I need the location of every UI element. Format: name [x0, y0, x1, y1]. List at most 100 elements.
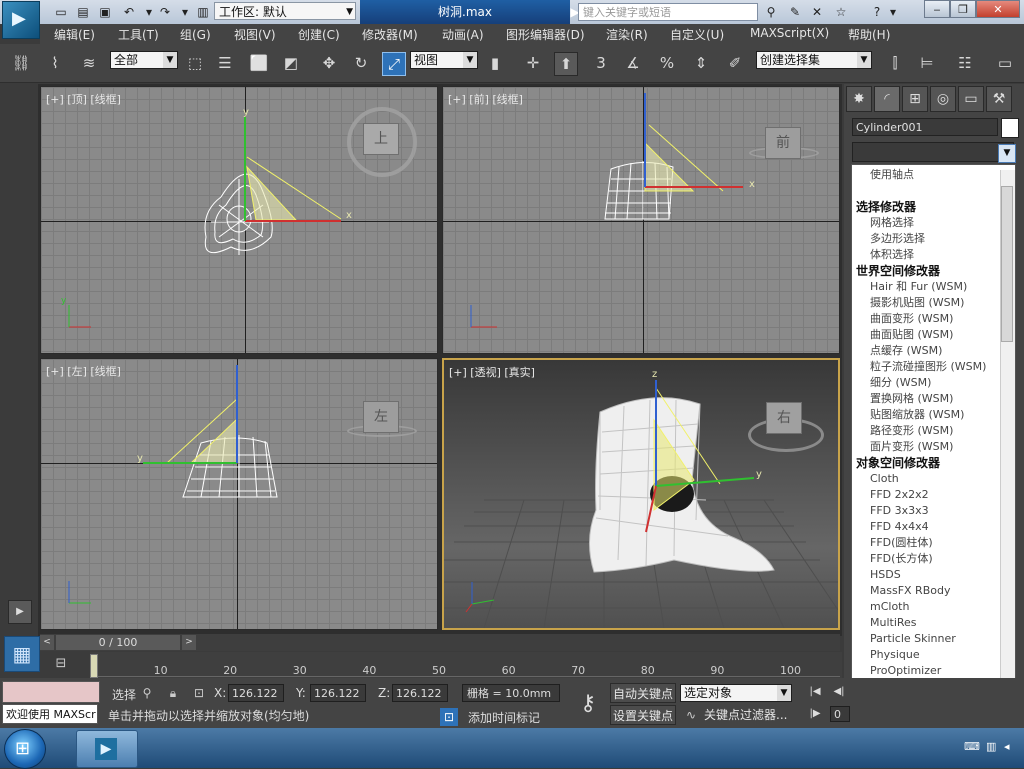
- viewcube-perspective[interactable]: 右: [766, 402, 802, 434]
- modify-tab-icon[interactable]: ◜: [874, 86, 900, 112]
- hierarchy-tab-icon[interactable]: ⊞: [902, 86, 928, 112]
- mini-curve-editor-icon[interactable]: ⊟: [48, 656, 74, 676]
- graphite-tools-icon[interactable]: ▭: [994, 52, 1016, 74]
- network-tray-icon[interactable]: ▥: [986, 740, 996, 753]
- key-filters-button[interactable]: 关键点过滤器...: [702, 705, 794, 725]
- z-coordinate-field[interactable]: 126.122: [392, 684, 448, 702]
- select-object-icon[interactable]: ⬚: [184, 52, 206, 74]
- menu-help[interactable]: 帮助(H): [848, 26, 890, 43]
- viewport-front[interactable]: [+] [前] [线框] x 前: [442, 86, 840, 354]
- align-icon[interactable]: ⊨: [916, 52, 938, 74]
- window-crossing-icon[interactable]: ◩: [280, 52, 302, 74]
- viewport-layout-icon[interactable]: ▦: [4, 636, 40, 672]
- modifier-list-item[interactable]: mCloth: [870, 599, 1015, 615]
- modifier-list-item[interactable]: 多边形选择: [870, 231, 1015, 247]
- previous-frame-icon[interactable]: ◀|: [830, 684, 848, 700]
- volume-tray-icon[interactable]: ◂: [1004, 740, 1010, 753]
- go-to-start-icon[interactable]: |◀: [806, 684, 824, 700]
- edit-named-selection-icon[interactable]: ✐: [724, 52, 746, 74]
- keyboard-tray-icon[interactable]: ⌨: [964, 740, 980, 753]
- utilities-tab-icon[interactable]: ⚒: [986, 86, 1012, 112]
- modifier-list-item[interactable]: 体积选择: [870, 247, 1015, 263]
- modifier-list-item[interactable]: 细分 (WSM): [870, 375, 1015, 391]
- y-coordinate-field[interactable]: 126.122: [310, 684, 366, 702]
- chevron-down-icon[interactable]: ▼: [998, 144, 1016, 163]
- bind-space-warp-icon[interactable]: ≋: [78, 52, 100, 74]
- select-scale-icon[interactable]: ⤢: [382, 52, 406, 76]
- time-tag-icon[interactable]: ⊡: [440, 708, 458, 726]
- menu-tools[interactable]: 工具(T): [118, 26, 159, 43]
- menu-modifiers[interactable]: 修改器(M): [362, 26, 418, 43]
- menu-maxscript[interactable]: MAXScript(X): [750, 26, 829, 40]
- binoculars-icon[interactable]: ⚲: [762, 3, 780, 21]
- modifier-list-item[interactable]: FFD 3x3x3: [870, 503, 1015, 519]
- absolute-mode-icon[interactable]: ⊡: [190, 684, 208, 702]
- undo-icon[interactable]: ↶: [120, 3, 138, 21]
- save-file-icon[interactable]: ▣: [96, 3, 114, 21]
- unlink-icon[interactable]: ⌇: [44, 52, 66, 74]
- key-mode-toggle-icon[interactable]: |▶: [806, 706, 824, 722]
- modifier-list-item[interactable]: FFD 4x4x4: [870, 519, 1015, 535]
- new-file-icon[interactable]: ▭: [52, 3, 70, 21]
- viewport-perspective[interactable]: [+] [透视] [真实] z y 右: [442, 358, 840, 630]
- isolate-bulb-icon[interactable]: ⚲: [138, 684, 156, 702]
- viewport-top[interactable]: [+] [顶] [线框] x y y 上: [40, 86, 438, 354]
- start-button[interactable]: ⊞: [4, 729, 46, 769]
- maxscript-listener-input[interactable]: 欢迎使用 MAXScr: [2, 704, 98, 724]
- redo-icon[interactable]: ↷: [156, 3, 174, 21]
- expand-ribbon-icon[interactable]: ▶: [8, 600, 32, 624]
- key-people-icon[interactable]: ✎: [786, 3, 804, 21]
- menu-views[interactable]: 视图(V): [234, 26, 276, 43]
- percent-snap-icon[interactable]: %: [656, 52, 678, 74]
- create-tab-icon[interactable]: ✸: [846, 86, 872, 112]
- modifier-list-item[interactable]: 曲面变形 (WSM): [870, 311, 1015, 327]
- layer-manager-icon[interactable]: ☷: [954, 52, 976, 74]
- angle-snap-icon[interactable]: ∡: [622, 52, 644, 74]
- viewport-left[interactable]: [+] [左] [线框] y 左: [40, 358, 438, 630]
- modifier-list-dropdown[interactable]: [852, 142, 1014, 162]
- modifier-list-item[interactable]: MassFX RBody: [870, 583, 1015, 599]
- close-button[interactable]: ✕: [976, 0, 1020, 18]
- time-slider-readout[interactable]: 0 / 100: [56, 635, 180, 650]
- modifier-list-scroll-thumb[interactable]: [1001, 186, 1013, 342]
- modifier-list-item[interactable]: Particle Skinner: [870, 631, 1015, 647]
- open-file-icon[interactable]: ▤: [74, 3, 92, 21]
- pivot-center-icon[interactable]: ▮: [484, 52, 506, 74]
- spinner-snap-icon[interactable]: ⇕: [690, 52, 712, 74]
- snaps-toggle-icon[interactable]: 3: [590, 52, 612, 74]
- modifier-list-item[interactable]: HSDS: [870, 567, 1015, 583]
- taskbar-3dsmax-button[interactable]: ▶: [76, 730, 138, 768]
- modifier-list-item[interactable]: FFD 2x2x2: [870, 487, 1015, 503]
- reference-coordinate-dropdown[interactable]: 视图 ▼: [410, 51, 478, 69]
- menu-rendering[interactable]: 渲染(R): [606, 26, 648, 43]
- key-filter-selection-dropdown[interactable]: 选定对象 ▼: [680, 684, 792, 702]
- modifier-list-item[interactable]: ProOptimizer: [870, 663, 1015, 679]
- project-folder-icon[interactable]: ▥: [194, 3, 212, 21]
- redo-dropdown-icon[interactable]: ▾: [176, 3, 194, 21]
- help-icon[interactable]: ?: [868, 3, 886, 21]
- object-name-field[interactable]: Cylinder001: [852, 118, 998, 136]
- restore-button[interactable]: ❐: [950, 0, 976, 18]
- current-frame-marker[interactable]: [90, 654, 98, 678]
- set-key-icon[interactable]: ⚷: [568, 684, 608, 724]
- time-slider-left-icon[interactable]: <: [40, 635, 54, 650]
- help-dropdown-icon[interactable]: ▾: [888, 3, 898, 21]
- link-icon[interactable]: ⛓: [10, 52, 32, 74]
- select-move-icon[interactable]: ✥: [318, 52, 340, 74]
- mirror-icon[interactable]: ⫿: [884, 52, 906, 74]
- modifier-list-item[interactable]: 面片变形 (WSM): [870, 439, 1015, 455]
- key-mode-curve-icon[interactable]: ∿: [682, 706, 700, 724]
- minimize-button[interactable]: ‒: [924, 0, 950, 18]
- x-coordinate-field[interactable]: 126.122: [228, 684, 284, 702]
- modifier-list-item[interactable]: 贴图缩放器 (WSM): [870, 407, 1015, 423]
- selection-filter-dropdown[interactable]: 全部 ▼: [110, 51, 178, 69]
- viewcube-left[interactable]: 左: [363, 401, 399, 433]
- motion-tab-icon[interactable]: ◎: [930, 86, 956, 112]
- menu-graph-editors[interactable]: 图形编辑器(D): [506, 26, 585, 43]
- select-rotate-icon[interactable]: ↻: [350, 52, 372, 74]
- selection-lock-icon[interactable]: 🔒︎: [164, 684, 182, 702]
- track-bar[interactable]: [90, 652, 842, 678]
- app-menu-button[interactable]: ▶: [2, 1, 40, 39]
- modifier-list-item[interactable]: 路径变形 (WSM): [870, 423, 1015, 439]
- menu-animation[interactable]: 动画(A): [442, 26, 484, 43]
